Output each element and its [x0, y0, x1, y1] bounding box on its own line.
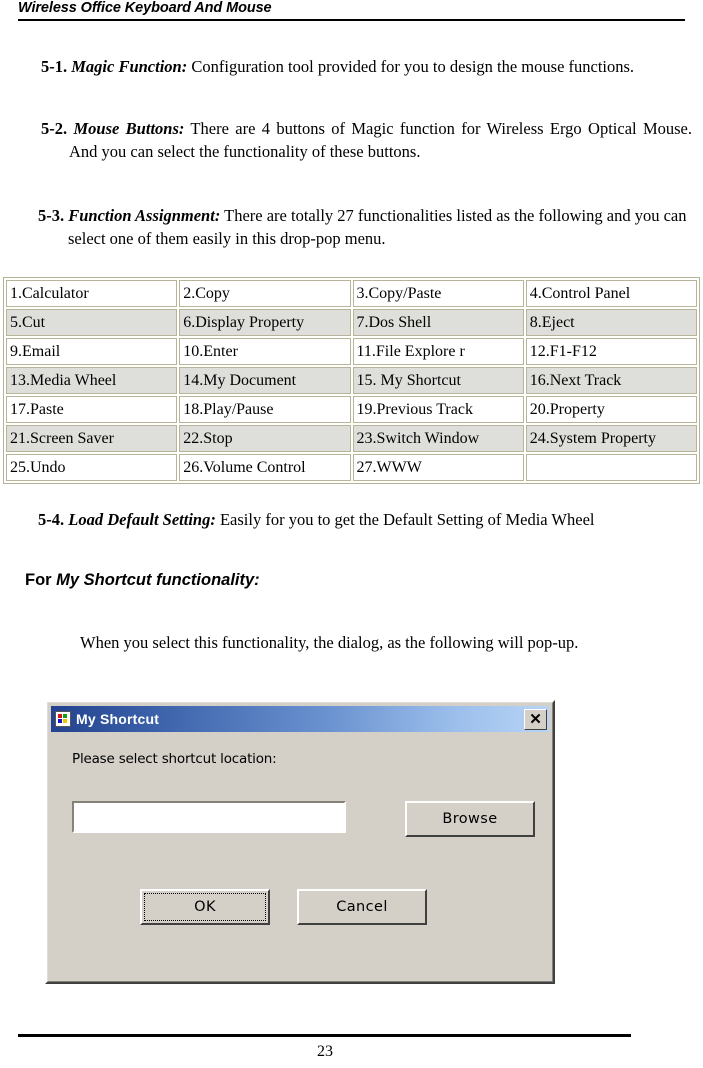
- table-cell: 16.Next Track: [525, 367, 697, 394]
- dialog-titlebar[interactable]: My Shortcut ✕: [51, 706, 549, 732]
- item-body: Configuration tool provided for you to d…: [187, 57, 635, 76]
- table-cell: 9.Email: [6, 338, 178, 365]
- subheading-prefix: For: [25, 571, 57, 589]
- table-cell: 10.Enter: [179, 338, 351, 365]
- table-cell: 11.File Explore r: [352, 338, 524, 365]
- item-term: Magic Function:: [71, 57, 188, 76]
- item-body: Easily for you to get the Default Settin…: [215, 510, 595, 529]
- table-cell: [525, 454, 697, 481]
- page-header: Wireless Office Keyboard And Mouse: [18, 0, 685, 21]
- header-rule: [18, 19, 685, 21]
- table-cell: 7.Dos Shell: [352, 309, 524, 336]
- item-number: 5-4.: [38, 510, 65, 529]
- section-subheading: For My Shortcut functionality:: [25, 571, 260, 590]
- browse-button-label: Browse: [442, 811, 498, 827]
- table-cell: 15. My Shortcut: [352, 367, 524, 394]
- table-row: 1.Calculator 2.Copy 3.Copy/Paste 4.Contr…: [6, 280, 697, 307]
- my-shortcut-dialog: My Shortcut ✕ Please select shortcut loc…: [45, 700, 555, 984]
- item-number: 5-1.: [41, 57, 68, 76]
- item-5-1: 5-1. Magic Function: Configuration tool …: [41, 56, 694, 79]
- table-cell: 4.Control Panel: [525, 280, 697, 307]
- cancel-button[interactable]: Cancel: [297, 889, 427, 925]
- browse-button[interactable]: Browse: [405, 801, 535, 837]
- function-assignment-table-wrapper: 1.Calculator 2.Copy 3.Copy/Paste 4.Contr…: [3, 277, 700, 484]
- table-cell: 8.Eject: [525, 309, 697, 336]
- table-cell: 18.Play/Pause: [179, 396, 351, 423]
- function-assignment-table: 1.Calculator 2.Copy 3.Copy/Paste 4.Contr…: [3, 277, 700, 484]
- table-cell: 6.Display Property: [179, 309, 351, 336]
- table-cell: 13.Media Wheel: [6, 367, 178, 394]
- footer-rule: [18, 1034, 631, 1037]
- table-cell: 19.Previous Track: [352, 396, 524, 423]
- table-cell: 23.Switch Window: [352, 425, 524, 452]
- table-cell: 21.Screen Saver: [6, 425, 178, 452]
- item-term: Load Default Setting:: [68, 510, 216, 529]
- item-5-4: 5-4. Load Default Setting: Easily for yo…: [38, 509, 696, 532]
- item-number: 5-3.: [38, 206, 65, 225]
- table-cell: 12.F1-F12: [525, 338, 697, 365]
- table-cell: 24.System Property: [525, 425, 697, 452]
- application-icon: [55, 711, 71, 727]
- item-5-2: 5-2. Mouse Buttons: There are 4 buttons …: [41, 118, 692, 163]
- table-cell: 14.My Document: [179, 367, 351, 394]
- item-term: Mouse Buttons:: [73, 119, 185, 138]
- table-cell: 26.Volume Control: [179, 454, 351, 481]
- table-row: 13.Media Wheel 14.My Document 15. My Sho…: [6, 367, 697, 394]
- table-cell: 27.WWW: [352, 454, 524, 481]
- table-cell: 22.Stop: [179, 425, 351, 452]
- page-number: 23: [317, 1043, 333, 1060]
- item-5-3: 5-3. Function Assignment: There are tota…: [38, 205, 696, 250]
- table-cell: 25.Undo: [6, 454, 178, 481]
- ok-button-label: OK: [144, 893, 266, 921]
- table-cell: 1.Calculator: [6, 280, 178, 307]
- shortcut-location-input[interactable]: [72, 801, 346, 833]
- ok-button[interactable]: OK: [140, 889, 270, 925]
- dialog-inner-frame: My Shortcut ✕ Please select shortcut loc…: [47, 702, 553, 982]
- cancel-button-label: Cancel: [336, 899, 388, 915]
- item-term: Function Assignment:: [68, 206, 221, 225]
- table-cell: 20.Property: [525, 396, 697, 423]
- document-title: Wireless Office Keyboard And Mouse: [18, 0, 272, 16]
- table-row: 21.Screen Saver 22.Stop 23.Switch Window…: [6, 425, 697, 452]
- table-row: 25.Undo 26.Volume Control 27.WWW: [6, 454, 697, 481]
- table-cell: 2.Copy: [179, 280, 351, 307]
- subheading-emphasis: My Shortcut functionality:: [56, 571, 260, 589]
- table-cell: 3.Copy/Paste: [352, 280, 524, 307]
- item-number: 5-2.: [41, 119, 68, 138]
- shortcut-location-label: Please select shortcut location:: [72, 751, 277, 767]
- table-cell: 5.Cut: [6, 309, 178, 336]
- table-row: 17.Paste 18.Play/Pause 19.Previous Track…: [6, 396, 697, 423]
- dialog-title: My Shortcut: [76, 711, 160, 727]
- table-cell: 17.Paste: [6, 396, 178, 423]
- explanatory-paragraph: When you select this functionality, the …: [80, 633, 579, 652]
- table-row: 9.Email 10.Enter 11.File Explore r 12.F1…: [6, 338, 697, 365]
- close-icon[interactable]: ✕: [524, 708, 547, 730]
- table-row: 5.Cut 6.Display Property 7.Dos Shell 8.E…: [6, 309, 697, 336]
